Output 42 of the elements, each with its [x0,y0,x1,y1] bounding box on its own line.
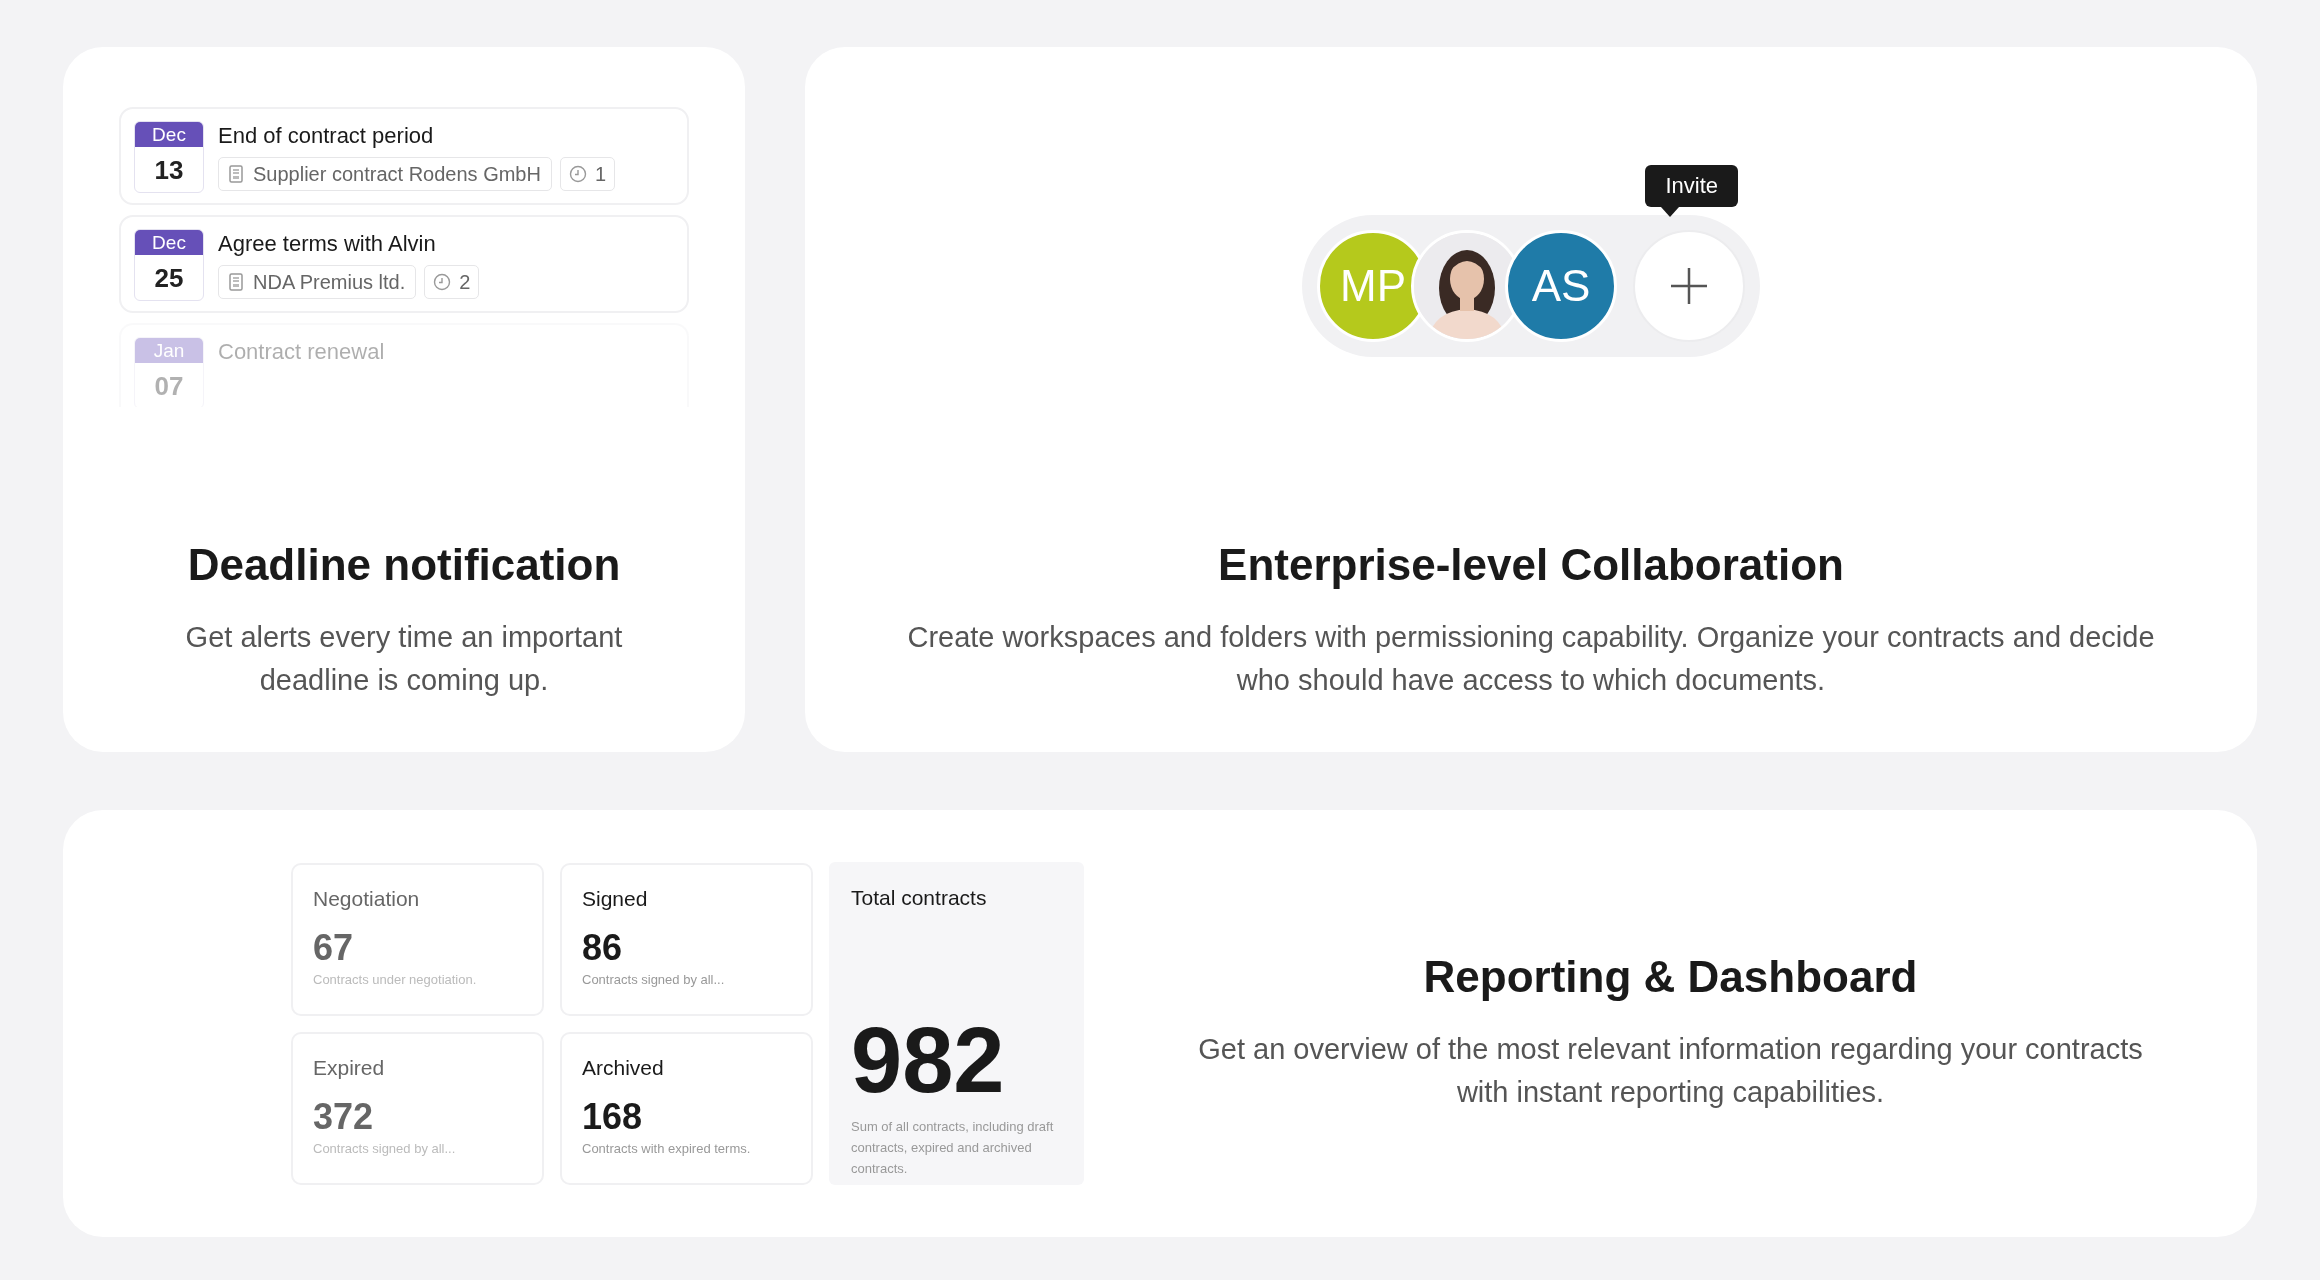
stat-label: Expired [313,1054,386,1081]
document-icon [229,273,243,291]
stat-caption: Contracts with expired terms. [582,1140,752,1158]
document-chip: NDA Premius ltd. [218,265,417,299]
event-title: Agree terms with Alvin [218,230,437,258]
card-description: Get an overview of the most relevant information regarding your contracts with instant reporting capabilities. [1197,1031,2144,1110]
avatar: AS [1505,230,1617,342]
date-month: Dec [135,122,203,147]
stat-caption: Contracts signed by all... [582,971,726,989]
stat-label: Total contracts [851,885,988,911]
card-description: Create workspaces and folders with permissioning capability. Organize your contracts and decide who should have access to which documents. [906,620,2156,698]
stat-value: 982 [851,1013,1006,1106]
plus-icon [1669,266,1709,306]
card-title: Enterprise-level Collaboration [1218,539,1844,591]
document-icon [229,165,243,183]
card-title: Deadline notification [187,539,621,591]
stat-caption: Contracts under negotiation. [313,971,478,989]
stat-label: Archived [582,1054,665,1081]
stat-caption: Sum of all contracts, including draft contracts, expired and archived contracts. [851,1117,1055,1178]
date-day: 13 [135,147,203,192]
stat-caption: Contracts signed by all... [313,1140,457,1158]
date-month: Jan [135,338,203,363]
event-title: End of contract period [218,122,435,150]
stat-label: Negotiation [313,885,421,912]
event-title: Contract renewal [218,338,385,366]
document-chip: Supplier contract Rodens GmbH [218,157,552,191]
clock-icon [568,165,587,183]
stat-label: Signed [582,885,649,912]
invite-tooltip: Invite [1645,165,1738,207]
card-title: Reporting & Dashboard [1423,950,1918,1003]
reminder-chip: 2 [424,265,480,299]
stat-value: 67 [313,928,355,968]
stat-value: 86 [582,928,624,968]
stat-value: 372 [313,1097,375,1137]
stat-value: 168 [582,1097,644,1137]
date-day: 07 [135,363,203,407]
date-month: Dec [135,230,203,255]
date-day: 25 [135,255,203,300]
card-description: Get alerts every time an important deadline is coming up. [184,620,624,698]
reminder-chip: 1 [559,157,616,191]
tooltip-pointer-icon [1661,207,1679,217]
clock-icon [433,273,452,291]
